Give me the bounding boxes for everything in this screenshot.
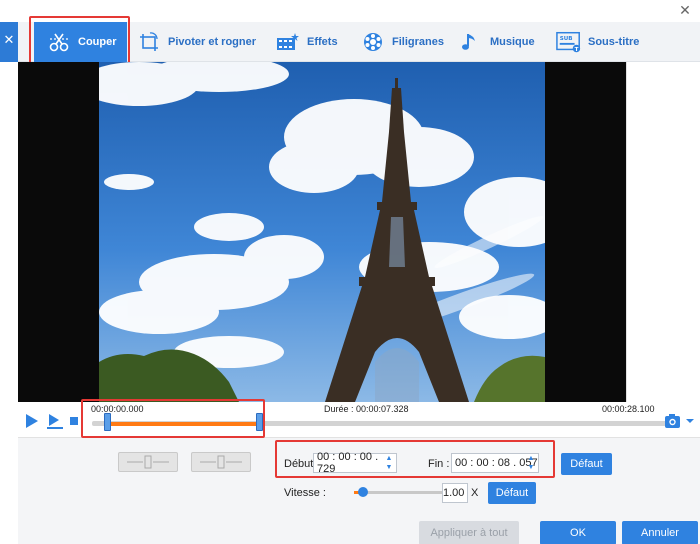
- tab-musique[interactable]: Musique: [458, 22, 535, 62]
- speed-default-button[interactable]: Défaut: [488, 482, 536, 504]
- end-label: Fin :: [428, 458, 450, 470]
- trim-selection: [107, 422, 259, 426]
- speed-value-input[interactable]: 1.00: [442, 483, 468, 503]
- ok-button[interactable]: OK: [540, 521, 616, 544]
- speed-slider-knob[interactable]: [358, 487, 368, 497]
- snapshot-dropdown-icon[interactable]: [685, 416, 695, 426]
- tab-filigranes[interactable]: Filigranes: [360, 22, 444, 62]
- timeline-bar: 00:00:00.000 Durée : 00:00:07.328 00:00:…: [18, 402, 700, 438]
- timeline-duration: Durée : 00:00:07.328: [324, 404, 409, 414]
- stop-icon[interactable]: [70, 417, 78, 425]
- tab-label: Musique: [490, 36, 535, 48]
- timeline-end-time: 00:00:28.100: [602, 404, 655, 414]
- trim-controls-panel: Début 00 : 00 : 00 . 729 ▲ ▼ Fin : 00 : 0…: [18, 438, 700, 544]
- end-time-input[interactable]: 00 : 00 : 08 . 057 ▲ ▼: [451, 453, 539, 473]
- end-time-stepper[interactable]: ▲ ▼: [526, 455, 536, 471]
- rotate-crop-icon: [136, 30, 162, 54]
- title-bar: ✕: [0, 0, 700, 22]
- preview-area: [18, 62, 700, 402]
- speed-unit: X: [471, 487, 479, 499]
- speed-label: Vitesse :: [284, 487, 326, 499]
- trim-default-button[interactable]: Défaut: [561, 453, 612, 475]
- split-segment-button[interactable]: [191, 452, 251, 472]
- tab-label: Pivoter et rogner: [168, 36, 257, 48]
- trim-start-handle[interactable]: [104, 413, 112, 431]
- start-time-input[interactable]: 00 : 00 : 00 . 729 ▲ ▼: [313, 451, 397, 475]
- tab-pivoter-et-rogner[interactable]: Pivoter et rogner: [136, 22, 256, 62]
- start-label: Début: [284, 458, 314, 470]
- tab-label: Couper: [78, 36, 117, 48]
- video-frame: [99, 62, 545, 402]
- play-icon[interactable]: [24, 413, 40, 429]
- watermark-icon: [360, 30, 386, 54]
- side-panel: [626, 62, 700, 402]
- tab-couper[interactable]: Couper: [34, 22, 127, 62]
- window-close-icon[interactable]: ✕: [678, 3, 692, 17]
- panel-close-icon[interactable]: ✕: [0, 22, 18, 62]
- trim-end-handle[interactable]: [256, 413, 264, 431]
- play-selection-icon[interactable]: [46, 413, 63, 429]
- video-player: [18, 62, 626, 402]
- tab-label: Sous-titre: [588, 36, 640, 48]
- effects-icon: [275, 30, 301, 54]
- apply-to-all-button[interactable]: Appliquer à tout: [419, 521, 519, 544]
- svg-text:T: T: [575, 47, 579, 53]
- tab-label: Filigranes: [392, 36, 444, 48]
- add-segment-button[interactable]: [118, 452, 178, 472]
- start-time-stepper[interactable]: ▲ ▼: [384, 455, 394, 471]
- snapshot-camera-icon[interactable]: [664, 412, 684, 430]
- tab-sous-titre[interactable]: SUB T Sous-titre: [556, 22, 639, 62]
- editor-tab-bar: Couper Pivoter et rogner Effets Filigran…: [18, 22, 700, 62]
- tab-label: Effets: [307, 36, 338, 48]
- cancel-button[interactable]: Annuler: [622, 521, 698, 544]
- timeline-start-time: 00:00:00.000: [91, 404, 144, 414]
- subtitle-icon: SUB T: [556, 30, 582, 54]
- cut-icon: [46, 30, 72, 54]
- svg-text:SUB: SUB: [560, 36, 573, 42]
- tab-effets[interactable]: Effets: [275, 22, 338, 62]
- music-icon: [458, 30, 484, 54]
